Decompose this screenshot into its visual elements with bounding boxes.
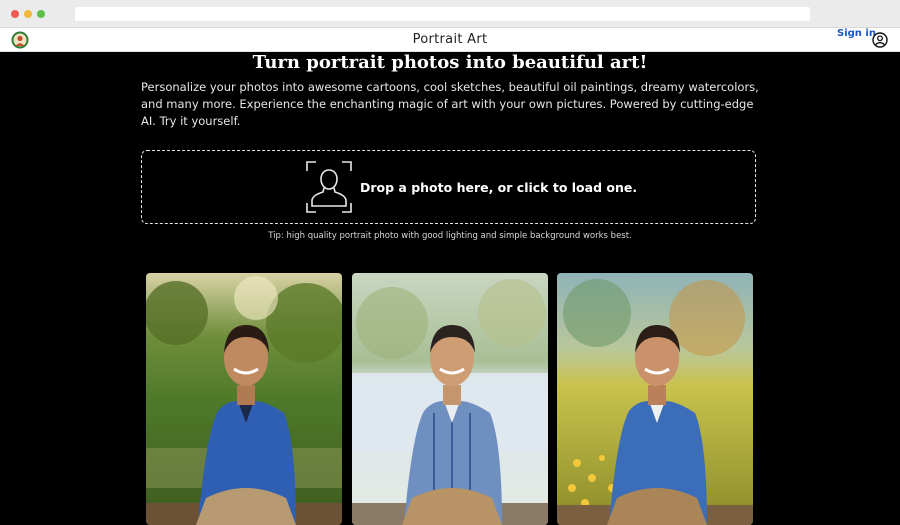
portrait-watercolor-image — [352, 273, 548, 525]
account-circle-icon[interactable] — [872, 32, 888, 48]
window-maximize-dot[interactable] — [37, 10, 45, 18]
sign-in-link[interactable]: Sign in — [837, 28, 876, 39]
photo-drop-zone[interactable]: Drop a photo here, or click to load one. — [141, 150, 756, 224]
gallery-card-watercolor[interactable] — [352, 273, 548, 525]
hero-description: Personalize your photos into awesome car… — [141, 80, 759, 128]
window-minimize-dot[interactable] — [24, 10, 32, 18]
gallery-card-photo[interactable] — [146, 273, 342, 525]
portrait-frame-icon — [306, 161, 352, 213]
portrait-oil-painting-image — [557, 273, 753, 525]
upload-tip: Tip: high quality portrait photo with go… — [268, 231, 632, 241]
app-title: Portrait Art — [412, 32, 488, 47]
drop-zone-prompt: Drop a photo here, or click to load one. — [360, 180, 638, 195]
hero-title: Turn portrait photos into beautiful art! — [252, 52, 648, 73]
gallery-card-oil-painting[interactable] — [557, 273, 753, 525]
app-header: Portrait Art Sign in — [0, 28, 900, 52]
browser-chrome — [0, 0, 900, 28]
window-close-dot[interactable] — [11, 10, 19, 18]
address-bar[interactable] — [75, 7, 810, 21]
portrait-photo-image — [146, 273, 342, 525]
